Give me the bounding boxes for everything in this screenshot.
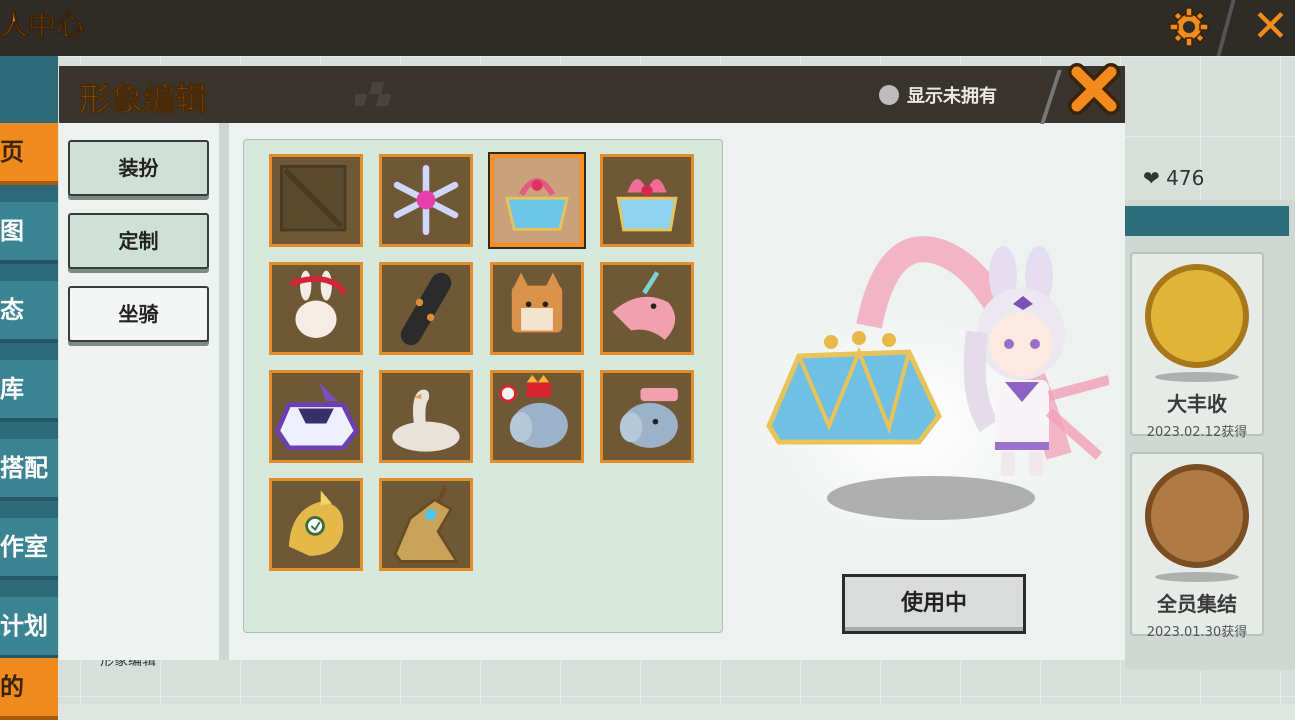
bunny-lantern-icon: [289, 270, 348, 338]
badge-date: 2023.02.12获得: [1146, 425, 1248, 440]
medal-shadow: [1155, 572, 1239, 582]
harvest-medal-icon: [1145, 264, 1249, 368]
ribbon-gift-box-icon: [616, 178, 678, 232]
in-use-button[interactable]: 使用中: [842, 574, 1026, 634]
item-slot[interactable]: [379, 154, 473, 247]
side-nav-item[interactable]: 态: [0, 281, 58, 343]
medal-shadow: [1155, 372, 1239, 382]
item-slot[interactable]: [490, 370, 584, 463]
circus-elephant-crown-icon: [499, 374, 568, 448]
side-nav: 页 图 态 库 搭配 作室 计划 的: [0, 56, 58, 720]
tab-mount[interactable]: 坐骑: [68, 286, 209, 342]
item-slot[interactable]: [269, 478, 363, 571]
item-slot[interactable]: [269, 262, 363, 355]
swan-float-icon: [392, 389, 460, 452]
hearts-icon: ❤: [1143, 166, 1160, 190]
crystal-gift-box-icon: [494, 158, 580, 243]
pink-unicorn-fish-icon: [612, 271, 676, 340]
item-grid: [243, 139, 723, 633]
tab-customize[interactable]: 定制: [68, 213, 209, 269]
tab-dress-up[interactable]: 装扮: [68, 140, 209, 196]
elephant-pink-hat-icon: [619, 387, 678, 448]
badge-date: 2023.01.30获得: [1146, 625, 1248, 640]
close-x-icon[interactable]: [1067, 60, 1121, 120]
likes-count: 476: [1166, 166, 1205, 190]
item-slot[interactable]: [379, 370, 473, 463]
avatar-editor-dialog: 形象编辑 显示未拥有 装扮 定制 坐骑 使用中: [59, 63, 1125, 660]
badge-name: 大丰收: [1167, 392, 1227, 416]
item-slot[interactable]: [600, 154, 694, 247]
dialog-title: 形象编辑: [78, 80, 208, 119]
badge-card[interactable]: 大丰收 2023.02.12获得: [1130, 252, 1264, 440]
category-panel: 装扮 定制 坐骑: [59, 123, 229, 660]
top-bar: [0, 0, 1295, 56]
badge-name: 全员集结: [1157, 592, 1237, 616]
item-slot[interactable]: [600, 370, 694, 463]
item-slot[interactable]: [600, 262, 694, 355]
mecha-horse-icon: [393, 485, 460, 563]
item-slot[interactable]: [379, 478, 473, 571]
checker-decoration-icon: [355, 82, 392, 106]
skateboard-icon: [400, 272, 452, 346]
item-slot[interactable]: [490, 262, 584, 355]
side-nav-item[interactable]: 计划: [0, 597, 58, 659]
likes-counter: ❤ 476: [1143, 166, 1204, 190]
item-slot[interactable]: [269, 154, 363, 247]
gear-icon[interactable]: [1168, 6, 1210, 48]
dialog-header: 形象编辑 显示未拥有: [59, 63, 1125, 124]
side-nav-item[interactable]: 图: [0, 202, 58, 264]
golden-bird-icon: [288, 490, 344, 556]
purple-race-car-icon: [274, 382, 359, 451]
cow-medal-icon: [1145, 464, 1249, 568]
page-title: 人中心: [0, 9, 85, 43]
side-nav-item[interactable]: 作室: [0, 518, 58, 580]
show-unowned-label: 显示未拥有: [907, 86, 997, 107]
radio-icon: [879, 85, 899, 105]
badge-card[interactable]: 全员集结 2023.01.30获得: [1130, 452, 1264, 640]
item-slot-selected[interactable]: [488, 152, 586, 249]
side-nav-item[interactable]: 库: [0, 360, 58, 422]
snowflake-icon: [393, 164, 459, 236]
side-nav-item[interactable]: 的: [0, 658, 58, 720]
close-icon[interactable]: ✕: [1252, 4, 1294, 50]
side-nav-item[interactable]: 搭配: [0, 439, 58, 501]
empty-slot-icon: [279, 164, 347, 232]
side-nav-item[interactable]: 页: [0, 123, 58, 185]
shiba-dog-icon: [511, 272, 563, 333]
item-slot[interactable]: [269, 370, 363, 463]
header-divider: [1040, 70, 1062, 124]
avatar-on-crystal-box-icon: [739, 166, 1111, 586]
item-slot[interactable]: [379, 262, 473, 355]
right-panel-strip: [1125, 206, 1289, 236]
show-unowned-toggle[interactable]: 显示未拥有: [879, 82, 997, 108]
